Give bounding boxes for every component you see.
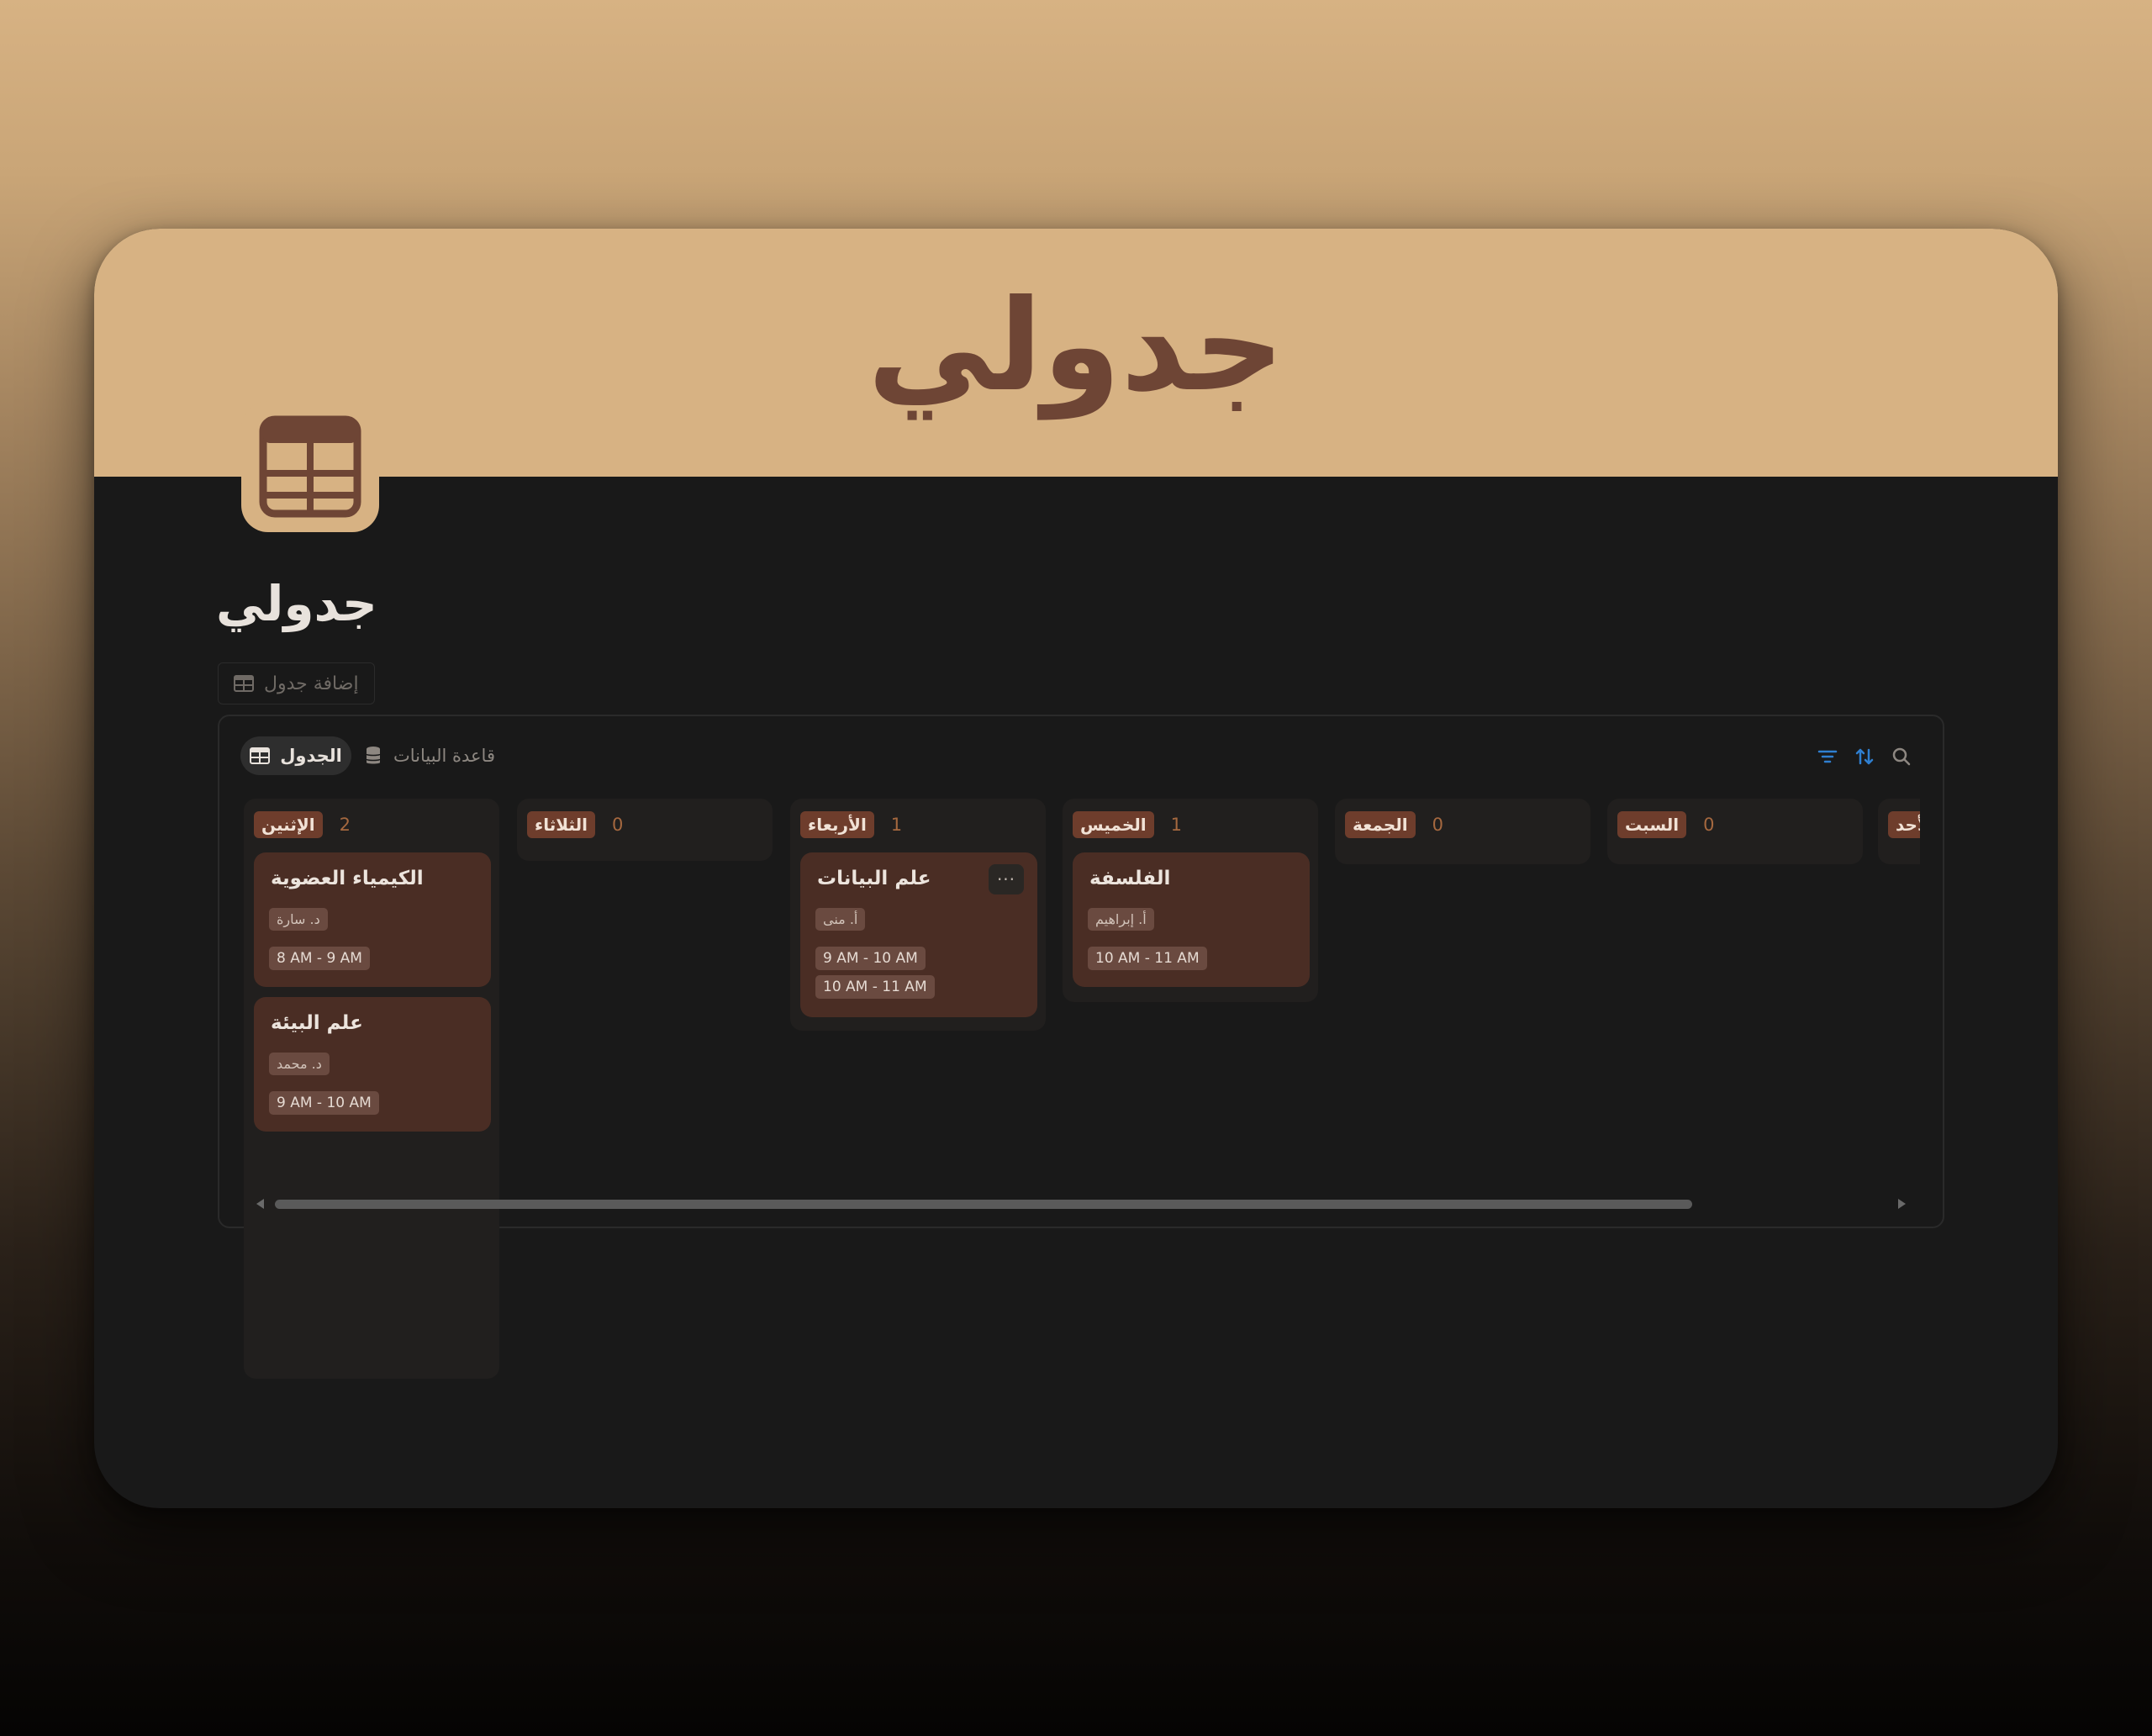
column-count: 0 xyxy=(1432,815,1443,835)
page-title: جدولي xyxy=(216,575,377,632)
cover-banner: جدولي xyxy=(94,229,2058,477)
board-column-tuesday: الثلاثاء 0 xyxy=(517,799,773,861)
column-count: 0 xyxy=(611,815,624,835)
day-tag[interactable]: الأربعاء xyxy=(800,811,874,838)
card-title: علم البيانات xyxy=(817,868,931,889)
tab-database-label: قاعدة البيانات xyxy=(393,746,495,766)
column-header: الجمعة 0 xyxy=(1345,810,1443,839)
time-tag: 9 AM - 10 AM xyxy=(269,1091,379,1115)
tab-table-view[interactable]: الجدول xyxy=(240,736,351,775)
time-tag: 9 AM - 10 AM xyxy=(815,947,926,970)
column-count: 1 xyxy=(890,815,903,835)
table-icon xyxy=(234,675,254,692)
table-page-icon[interactable] xyxy=(241,401,379,532)
day-tag[interactable]: الإثنين xyxy=(254,811,323,838)
class-card[interactable]: الفلسفة أ. إبراهيم 10 AM - 11 AM xyxy=(1073,852,1310,987)
board-column-wednesday: الأربعاء 1 علم البيانات ··· أ. منى 9 AM … xyxy=(790,799,1046,1031)
filter-icon[interactable] xyxy=(1816,745,1839,768)
column-header: الثلاثاء 0 xyxy=(527,810,623,839)
card-title: الكيمياء العضوية xyxy=(271,868,424,889)
board-column-friday: الجمعة 0 xyxy=(1335,799,1590,864)
time-tag: 10 AM - 11 AM xyxy=(1088,947,1207,970)
day-tag[interactable]: الثلاثاء xyxy=(527,811,595,838)
horizontal-scrollbar[interactable] xyxy=(275,1200,1692,1209)
banner-title: جدولي xyxy=(867,273,1285,419)
card-title: الفلسفة xyxy=(1089,868,1171,889)
search-icon[interactable] xyxy=(1890,745,1913,768)
column-header: الأحد xyxy=(1888,810,1920,839)
board-column-sunday: الأحد xyxy=(1878,799,1920,864)
tab-table-label: الجدول xyxy=(280,746,342,766)
column-count: 0 xyxy=(1703,815,1715,835)
add-table-label: إضافة جدول xyxy=(264,673,359,694)
column-count: 2 xyxy=(339,815,351,835)
professor-tag: أ. منى xyxy=(815,908,866,931)
board-column-thursday: الخميس 1 الفلسفة أ. إبراهيم 10 AM - 11 A… xyxy=(1063,799,1318,1002)
professor-tag: د. محمد xyxy=(269,1053,330,1075)
day-tag[interactable]: الأحد xyxy=(1888,811,1920,838)
column-header: الإثنين 2 xyxy=(254,810,351,839)
database-icon xyxy=(366,747,381,764)
column-header: الأربعاء 1 xyxy=(800,810,902,839)
add-table-button[interactable]: إضافة جدول xyxy=(218,662,375,704)
scroll-left-arrow[interactable] xyxy=(254,1197,266,1211)
app-window: جدولي جدولي إضافة جدول الجدول قاعدة البي… xyxy=(94,229,2058,1508)
card-title: علم البيئة xyxy=(271,1012,363,1034)
professor-tag: أ. إبراهيم xyxy=(1088,908,1154,931)
board-column-monday: الإثنين 2 الكيمياء العضوية د. سارة 8 AM … xyxy=(244,799,499,1379)
board-clip: الأحد xyxy=(1878,799,1920,864)
scroll-right-arrow[interactable] xyxy=(1896,1197,1908,1211)
professor-tag: د. سارة xyxy=(269,908,328,931)
class-card[interactable]: علم البيئة د. محمد 9 AM - 10 AM xyxy=(254,997,491,1132)
time-tag: 8 AM - 9 AM xyxy=(269,947,370,970)
day-tag[interactable]: الجمعة xyxy=(1345,811,1416,838)
day-tag[interactable]: الخميس xyxy=(1073,811,1154,838)
time-tag: 10 AM - 11 AM xyxy=(815,975,935,999)
column-header: الخميس 1 xyxy=(1073,810,1182,839)
column-count: 1 xyxy=(1170,815,1182,835)
day-tag[interactable]: السبت xyxy=(1617,811,1687,838)
tab-database-view[interactable]: قاعدة البيانات xyxy=(365,736,495,775)
board-column-saturday: السبت 0 xyxy=(1607,799,1863,864)
class-card[interactable]: الكيمياء العضوية د. سارة 8 AM - 9 AM xyxy=(254,852,491,987)
more-options-button[interactable]: ··· xyxy=(989,864,1024,894)
column-header: السبت 0 xyxy=(1617,810,1714,839)
class-card[interactable]: علم البيانات ··· أ. منى 9 AM - 10 AM 10 … xyxy=(800,852,1037,1017)
table-icon xyxy=(250,747,271,764)
sort-icon[interactable] xyxy=(1853,745,1876,768)
